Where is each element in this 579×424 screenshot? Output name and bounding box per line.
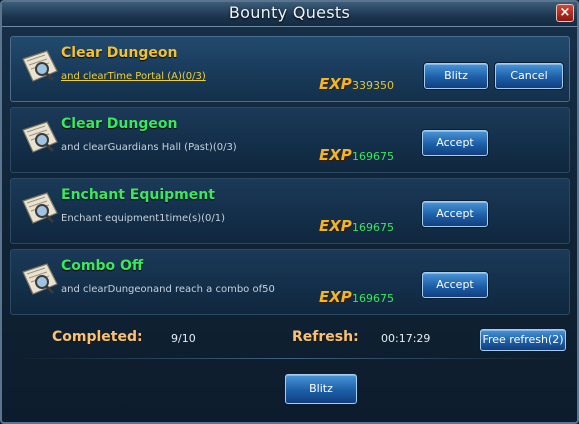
completed-label: Completed: (52, 329, 143, 345)
quest-scroll-icon (22, 192, 58, 224)
quest-objective-link[interactable]: and clearTime Portal (A)(0/3) (61, 71, 206, 82)
footer-divider (10, 358, 569, 359)
refresh-timer: 00:17:29 (381, 332, 431, 345)
blitz-all-button[interactable]: Blitz (285, 374, 357, 404)
exp-label: EXP (319, 146, 352, 164)
bounty-quests-window: Bounty Quests × Clear Dungeon and clearT… (0, 0, 579, 424)
exp-label: EXP (319, 217, 352, 235)
refresh-label: Refresh: (292, 329, 359, 345)
quest-title: Enchant Equipment (61, 187, 215, 203)
quest-row[interactable]: Clear Dungeon and clearGuardians Hall (P… (10, 107, 570, 173)
title-bar[interactable]: Bounty Quests × (2, 2, 577, 27)
blitz-quest-button[interactable]: Blitz (424, 63, 488, 89)
quest-row[interactable]: Combo Off and clearDungeonand reach a co… (10, 249, 570, 315)
exp-label: EXP (319, 288, 352, 306)
exp-value: 169675 (352, 221, 394, 234)
quest-title: Combo Off (61, 258, 144, 274)
exp-value: 169675 (352, 292, 394, 305)
quest-row[interactable]: Enchant Equipment Enchant equipment1time… (10, 178, 570, 244)
close-icon: × (559, 5, 571, 20)
quest-title: Clear Dungeon (61, 116, 178, 132)
quest-objective: and clearDungeonand reach a combo of50 (61, 284, 275, 295)
close-button[interactable]: × (556, 4, 574, 22)
quest-objective: Enchant equipment1time(s)(0/1) (61, 213, 226, 224)
quest-list: Clear Dungeon and clearTime Portal (A)(0… (10, 32, 570, 344)
accept-quest-button[interactable]: Accept (422, 272, 488, 298)
quest-row[interactable]: Clear Dungeon and clearTime Portal (A)(0… (10, 36, 570, 102)
quest-scroll-icon (22, 50, 58, 82)
exp-label: EXP (319, 75, 352, 93)
completed-value: 9/10 (171, 332, 196, 345)
quest-scroll-icon (22, 263, 58, 295)
window-title: Bounty Quests (228, 3, 351, 22)
quest-title: Clear Dungeon (61, 45, 178, 61)
free-refresh-button[interactable]: Free refresh(2) (480, 329, 566, 351)
cancel-quest-button[interactable]: Cancel (495, 63, 563, 89)
accept-quest-button[interactable]: Accept (422, 201, 488, 227)
quest-objective: and clearGuardians Hall (Past)(0/3) (61, 142, 237, 153)
accept-quest-button[interactable]: Accept (422, 130, 488, 156)
exp-value: 169675 (352, 150, 394, 163)
quest-scroll-icon (22, 121, 58, 153)
exp-value: 339350 (352, 79, 394, 92)
